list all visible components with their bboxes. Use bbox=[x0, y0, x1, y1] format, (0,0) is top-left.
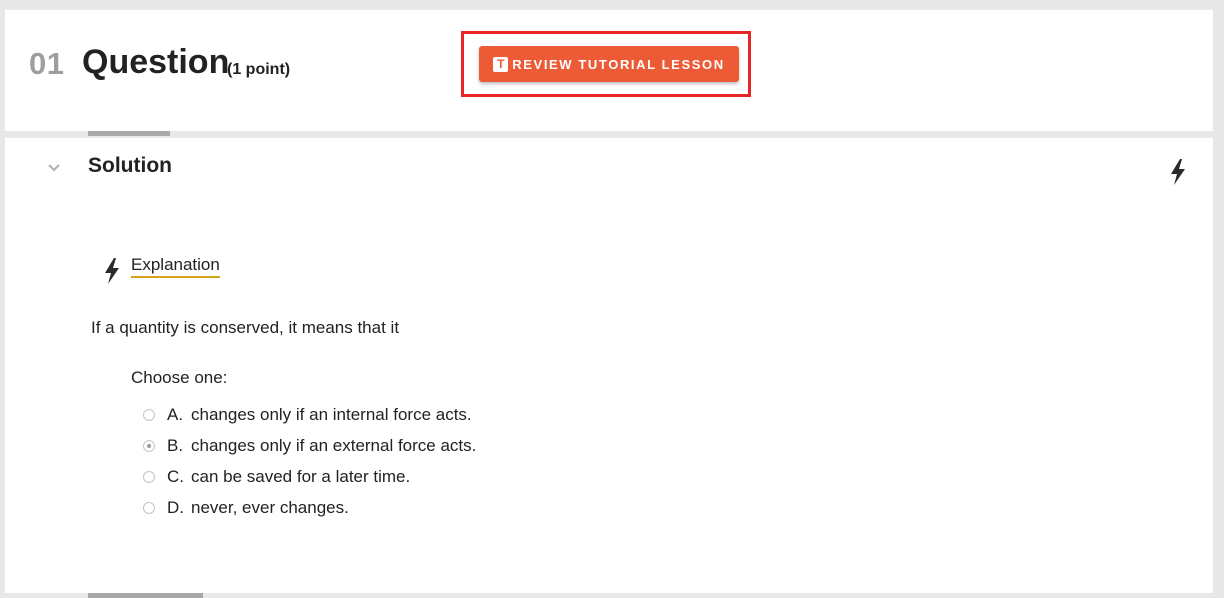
question-points: (1 point) bbox=[227, 61, 291, 78]
option-letter: C. bbox=[167, 466, 184, 486]
question-header: 01 Question (1 point) T REVIEW TUTORIAL … bbox=[5, 10, 1213, 131]
radio-button-selected[interactable] bbox=[143, 439, 155, 452]
option-d[interactable]: D. never, ever changes. bbox=[143, 492, 476, 523]
question-prompt: If a quantity is conserved, it means tha… bbox=[91, 318, 400, 337]
option-text: changes only if an external force acts. bbox=[191, 435, 477, 455]
review-button-label: REVIEW TUTORIAL LESSON bbox=[512, 56, 725, 72]
tutorial-icon: T bbox=[493, 56, 509, 72]
option-text: can be saved for a later time. bbox=[191, 466, 411, 486]
option-letter: B. bbox=[167, 435, 184, 455]
solution-panel: Solution Explanation If a quantity is co… bbox=[5, 138, 1213, 593]
question-number: 01 bbox=[29, 46, 65, 81]
question-title: Question bbox=[82, 43, 230, 81]
chevron-down-icon[interactable] bbox=[46, 160, 62, 176]
option-letter: D. bbox=[167, 497, 184, 517]
option-a[interactable]: A. changes only if an internal force act… bbox=[143, 399, 476, 430]
review-tutorial-lesson-button[interactable]: T REVIEW TUTORIAL LESSON bbox=[479, 46, 739, 82]
tab-indicator bbox=[88, 593, 203, 598]
lightning-bolt-icon[interactable] bbox=[1169, 158, 1187, 186]
explanation-link[interactable]: Explanation bbox=[131, 255, 220, 278]
radio-button[interactable] bbox=[143, 470, 155, 483]
solution-title: Solution bbox=[88, 154, 172, 177]
tab-indicator bbox=[88, 131, 170, 136]
radio-button[interactable] bbox=[143, 408, 155, 421]
option-b[interactable]: B. changes only if an external force act… bbox=[143, 430, 476, 461]
option-text: changes only if an internal force acts. bbox=[191, 404, 472, 424]
answer-options: A. changes only if an internal force act… bbox=[143, 399, 476, 523]
choose-one-label: Choose one: bbox=[131, 368, 228, 387]
lightning-bolt-icon bbox=[105, 258, 119, 284]
radio-button[interactable] bbox=[143, 501, 155, 514]
option-text: never, ever changes. bbox=[191, 497, 349, 517]
option-c[interactable]: C. can be saved for a later time. bbox=[143, 461, 476, 492]
option-letter: A. bbox=[167, 404, 184, 424]
